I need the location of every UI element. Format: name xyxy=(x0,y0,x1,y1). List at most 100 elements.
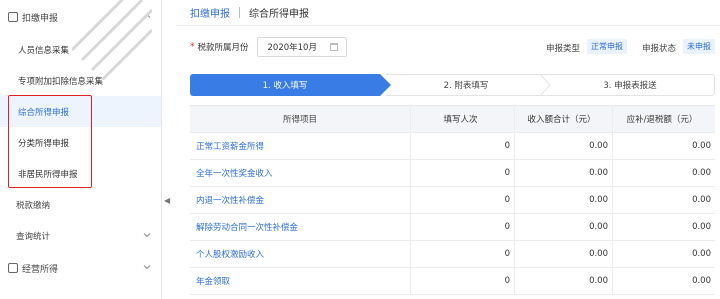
income-value: 0.00 xyxy=(589,276,608,286)
sidebar-item-label: 综合所得申报 xyxy=(18,107,70,118)
count-cell: 0 xyxy=(410,187,514,213)
period-value: 2020年10月 xyxy=(267,43,317,53)
sidebar-item-label: 非居民所得申报 xyxy=(18,169,78,180)
count-value: 0 xyxy=(504,141,510,151)
declare-type-label: 申报类型 xyxy=(546,44,581,54)
sidebar-group-withholding[interactable]: 扣缴申报 xyxy=(0,0,161,34)
chevron-down-icon xyxy=(143,265,151,270)
count-value: 0 xyxy=(504,249,510,259)
period-date-picker[interactable]: 2020年10月 xyxy=(256,37,347,57)
sidebar-item-comprehensive-income[interactable]: 综合所得申报 xyxy=(0,96,161,127)
sidebar-collapse-icon[interactable]: ◀ xyxy=(164,196,172,206)
chevron-down-icon xyxy=(143,233,151,238)
filter-row: * 税款所属月份 2020年10月 申报类型 正常申报 申报状态 未申报 xyxy=(176,36,720,58)
income-item-link[interactable]: 年金领取 xyxy=(190,275,410,287)
sidebar-item-tax-payment[interactable]: 税款缴纳 xyxy=(0,189,161,220)
tax-value: 0.00 xyxy=(692,195,711,205)
tax-cell: 0.00 xyxy=(612,241,715,267)
sidebar-item-classified-income[interactable]: 分类所得申报 xyxy=(0,127,161,158)
income-cell: 0.00 xyxy=(514,160,612,186)
count-value: 0 xyxy=(504,195,510,205)
tax-value: 0.00 xyxy=(692,168,711,178)
sidebar-item-special-deduction[interactable]: 专项附加扣除信息采集 xyxy=(0,65,161,96)
tax-cell: 0.00 xyxy=(612,268,715,294)
income-cell: 0.00 xyxy=(514,268,612,294)
income-item-link[interactable]: 个人股权激励收入 xyxy=(190,248,410,260)
business-icon xyxy=(8,263,18,273)
income-value: 0.00 xyxy=(589,195,608,205)
tax-cell: 0.00 xyxy=(612,187,715,213)
tax-cell: 0.00 xyxy=(612,133,715,159)
header-income-label: 收入额合计（元） xyxy=(527,115,596,125)
calendar-icon xyxy=(329,43,338,51)
step-attachment-entry[interactable]: 2. 附表填写 xyxy=(386,74,546,96)
sidebar-item-label: 人员信息采集 xyxy=(18,45,70,56)
header-count: 填写人次 xyxy=(410,106,514,132)
header-tax-label: 应补/退税额（元） xyxy=(626,115,698,125)
sidebar: 扣缴申报 人员信息采集 专项附加扣除信息采集 综合所得申报 分类所得申报 非居民… xyxy=(0,0,162,299)
income-value: 0.00 xyxy=(589,222,608,232)
required-mark: * xyxy=(190,42,195,52)
income-item-link[interactable]: 内退一次性补偿金 xyxy=(190,194,410,206)
count-value: 0 xyxy=(504,222,510,232)
tax-value: 0.00 xyxy=(692,276,711,286)
count-value: 0 xyxy=(504,276,510,286)
income-cell: 0.00 xyxy=(514,133,612,159)
sidebar-item-personnel[interactable]: 人员信息采集 xyxy=(0,34,161,65)
table-header-row: 所得项目 填写人次 收入额合计（元） 应补/退税额（元） xyxy=(190,106,715,133)
header-income: 收入额合计（元） xyxy=(514,106,612,132)
declare-type-badge: 正常申报 xyxy=(587,39,627,54)
sidebar-item-query-stats[interactable]: 查询统计 xyxy=(0,220,161,251)
count-cell: 0 xyxy=(410,214,514,240)
declare-status-label: 申报状态 xyxy=(642,44,677,54)
header-count-label: 填写人次 xyxy=(443,115,478,125)
income-item-link[interactable]: 正常工资薪金所得 xyxy=(190,140,410,152)
table-row: 个人股权激励收入 0 0.00 0.00 xyxy=(190,241,715,268)
sidebar-group-label: 经营所得 xyxy=(22,264,59,275)
step-progress: 1. 收入填写 2. 附表填写 3. 申报表报送 xyxy=(190,74,715,96)
main-content: 扣缴申报 综合所得申报 * 税款所属月份 2020年10月 申报类型 正常申报 … xyxy=(176,0,720,299)
step-submit[interactable]: 3. 申报表报送 xyxy=(546,74,715,96)
tax-value: 0.00 xyxy=(692,141,711,151)
sidebar-item-label: 税款缴纳 xyxy=(16,200,51,211)
declare-status-badge: 未申报 xyxy=(683,39,715,54)
count-cell: 0 xyxy=(410,241,514,267)
table-row: 解除劳动合同一次性补偿金 0 0.00 0.00 xyxy=(190,214,715,241)
table-row: 年金领取 0 0.00 0.00 xyxy=(190,268,715,295)
breadcrumb-separator xyxy=(239,7,240,18)
table-row: 内退一次性补偿金 0 0.00 0.00 xyxy=(190,187,715,214)
breadcrumb: 扣缴申报 综合所得申报 xyxy=(176,0,720,26)
count-cell: 0 xyxy=(410,133,514,159)
sidebar-item-label: 专项附加扣除信息采集 xyxy=(18,76,104,87)
income-cell: 0.00 xyxy=(514,214,612,240)
count-cell: 0 xyxy=(410,268,514,294)
tax-cell: 0.00 xyxy=(612,160,715,186)
sidebar-group-label: 扣缴申报 xyxy=(22,13,59,24)
breadcrumb-current: 综合所得申报 xyxy=(249,9,309,20)
period-label: 税款所属月份 xyxy=(197,43,249,53)
income-item-link[interactable]: 全年一次性奖金收入 xyxy=(190,167,410,179)
step-label: 3. 申报表报送 xyxy=(603,81,657,91)
sidebar-item-nonresident-income[interactable]: 非居民所得申报 xyxy=(0,158,161,189)
income-value: 0.00 xyxy=(589,168,608,178)
header-item: 所得项目 xyxy=(282,115,317,125)
sidebar-item-label: 分类所得申报 xyxy=(18,138,70,149)
header-tax: 应补/退税额（元） xyxy=(612,106,715,132)
income-table: 所得项目 填写人次 收入额合计（元） 应补/退税额（元） 正常工资薪金所得 0 … xyxy=(190,105,715,295)
table-row: 全年一次性奖金收入 0 0.00 0.00 xyxy=(190,160,715,187)
table-row: 正常工资薪金所得 0 0.00 0.00 xyxy=(190,133,715,160)
count-cell: 0 xyxy=(410,160,514,186)
chevron-up-icon xyxy=(143,13,151,18)
income-item-link[interactable]: 解除劳动合同一次性补偿金 xyxy=(190,221,410,233)
step-label: 2. 附表填写 xyxy=(443,81,489,91)
income-cell: 0.00 xyxy=(514,187,612,213)
income-value: 0.00 xyxy=(589,249,608,259)
tax-value: 0.00 xyxy=(692,222,711,232)
sidebar-group-business-income[interactable]: 经营所得 xyxy=(0,251,161,285)
step-income-entry[interactable]: 1. 收入填写 xyxy=(190,74,391,96)
breadcrumb-parent-link[interactable]: 扣缴申报 xyxy=(190,5,230,20)
tax-cell: 0.00 xyxy=(612,214,715,240)
income-value: 0.00 xyxy=(589,141,608,151)
withholding-icon xyxy=(8,12,18,22)
tax-value: 0.00 xyxy=(692,249,711,259)
